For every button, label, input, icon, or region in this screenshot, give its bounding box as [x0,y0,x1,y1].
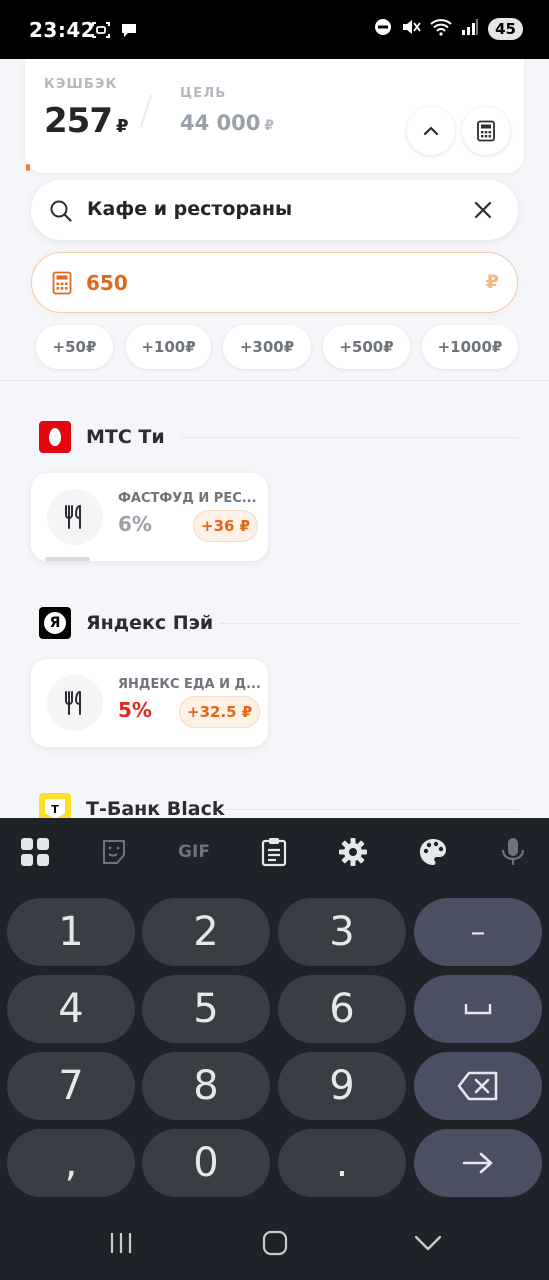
summary-divider [139,95,153,127]
fork-knife-icon [47,675,103,731]
key-comma[interactable]: , [7,1129,135,1197]
bank-name: МТС Ти [86,426,165,448]
space-icon [464,1004,492,1015]
offer-percent: 6% [118,512,152,536]
battery-indicator: 45 [488,18,523,40]
status-right-icons: 45 [374,18,523,40]
signal-icon [461,18,479,40]
bank-name: Яндекс Пэй [86,612,214,634]
bank-header-rule [219,623,519,624]
recents-icon[interactable] [104,1228,138,1258]
calculator-icon [52,271,72,295]
mts-logo-icon [39,421,71,453]
sticker-icon[interactable] [98,836,130,868]
offer-bonus-badge: +32.5 ₽ [179,696,261,728]
offer-bonus-badge: +36 ₽ [193,510,259,542]
system-nav-bar [0,1208,549,1280]
numeric-keyboard: GIF 1 2 3 – 4 5 6 7 8 9 , 0 . [0,818,549,1208]
key-2[interactable]: 2 [142,898,270,966]
cashback-label: КЭШБЭК [44,77,118,92]
quick-amount-50[interactable]: +50₽ [36,325,113,369]
bank-header-mts: МТС Ти [39,421,519,453]
key-0[interactable]: 0 [142,1129,270,1197]
arrow-right-icon [462,1152,493,1174]
chat-bubble-icon [119,20,139,44]
close-icon [474,201,492,219]
offer-percent: 5% [118,698,152,722]
keyboard-toolbar: GIF [0,818,549,885]
key-period[interactable]: . [278,1129,406,1197]
offer-category: ФАСТФУД И РЕС... [118,491,257,506]
palette-icon[interactable] [417,836,449,868]
key-4[interactable]: 4 [7,975,135,1043]
clear-search-button[interactable] [472,199,494,221]
purchase-amount-input[interactable]: 650 ₽ [31,252,518,313]
cashback-offer-card[interactable]: ФАСТФУД И РЕС... 6% +36 ₽ [31,473,268,561]
clipboard-icon[interactable] [258,836,290,868]
category-search-input[interactable]: Кафе и рестораны [31,180,518,240]
bank-header-rule [181,437,519,438]
home-icon[interactable] [258,1228,292,1258]
apps-icon[interactable] [19,836,51,868]
quick-amount-500[interactable]: +500₽ [323,325,410,369]
key-6[interactable]: 6 [278,975,406,1043]
collapse-button[interactable] [407,107,455,155]
key-backspace[interactable] [414,1052,542,1120]
cashback-summary-card: КЭШБЭК 257 ₽ ЦЕЛЬ 44 000 ₽ [25,59,524,173]
cashback-offer-card[interactable]: ЯНДЕКС ЕДА И Д... 5% +32.5 ₽ [31,659,268,747]
key-9[interactable]: 9 [278,1052,406,1120]
bank-name: Т-Банк Black [86,798,225,818]
wifi-icon [430,18,452,40]
calculator-button[interactable] [462,107,510,155]
goal-currency: ₽ [264,118,275,134]
key-5[interactable]: 5 [142,975,270,1043]
bank-header-yandex-pay: Я Яндекс Пэй [39,607,519,639]
quick-amount-100[interactable]: +100₽ [126,325,211,369]
app-content: КЭШБЭК 257 ₽ ЦЕЛЬ 44 000 ₽ Кафе и ресторан… [0,59,549,818]
key-enter[interactable] [414,1129,542,1197]
key-minus[interactable]: – [414,898,542,966]
calculator-icon [477,120,495,142]
dnd-icon [374,18,392,40]
goal-value: 44 000 ₽ [180,111,275,135]
key-space[interactable] [414,975,542,1043]
key-8[interactable]: 8 [142,1052,270,1120]
offer-progress-bar [45,557,90,561]
tbank-logo-icon: Т [39,793,71,818]
offer-category: ЯНДЕКС ЕДА И Д... [118,677,261,692]
settings-icon[interactable] [337,836,369,868]
back-icon[interactable] [411,1228,445,1258]
amount-currency: ₽ [485,271,499,293]
cashback-value: 257 ₽ [44,101,128,141]
chevron-up-icon [423,126,439,136]
backspace-icon [457,1071,498,1101]
key-1[interactable]: 1 [7,898,135,966]
amount-value: 650 [86,271,128,295]
goal-label: ЦЕЛЬ [180,86,227,101]
status-time: 23:42 [29,18,96,42]
quick-amount-chips: +50₽ +100₽ +300₽ +500₽ +1000₽ [36,325,520,369]
mute-icon [401,18,421,40]
search-icon [50,200,72,222]
bank-header-rule [219,809,519,810]
search-input-value: Кафе и рестораны [87,198,293,220]
quick-amount-1000[interactable]: +1000₽ [422,325,518,369]
key-7[interactable]: 7 [7,1052,135,1120]
microphone-icon[interactable] [497,836,529,868]
gif-button[interactable]: GIF [175,836,213,868]
status-left-icons [91,20,139,44]
bank-header-tbank-black: Т Т-Банк Black [39,793,519,818]
status-bar: 23:42 45 [0,0,549,59]
section-divider [0,380,549,381]
quick-amount-300[interactable]: +300₽ [223,325,311,369]
fork-knife-icon [47,489,103,545]
key-3[interactable]: 3 [278,898,406,966]
yandex-pay-logo-icon: Я [39,607,71,639]
cashback-currency: ₽ [115,116,128,137]
indicator-dot [26,164,30,171]
screenshot-icon [91,20,111,44]
